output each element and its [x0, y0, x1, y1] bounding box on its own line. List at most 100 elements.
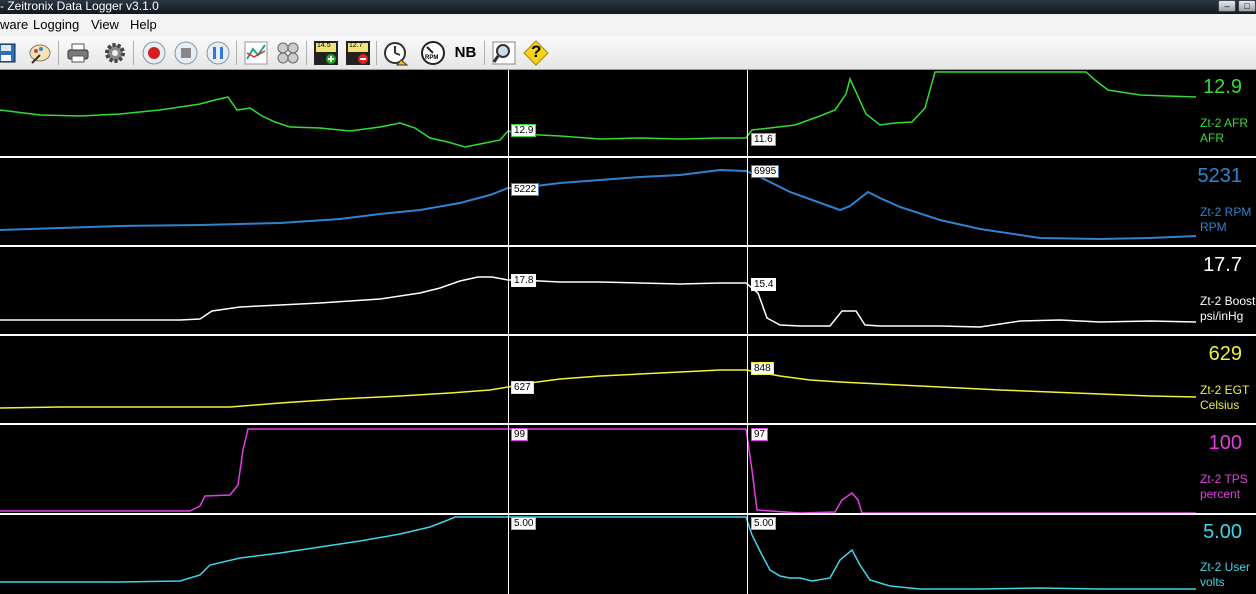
- nb-label: NB: [454, 44, 477, 61]
- user-current-value: 5.00: [1203, 521, 1242, 543]
- toolbar-separator: [236, 41, 237, 65]
- palette-icon: [29, 44, 50, 64]
- afr-marker-left: 12.9: [511, 124, 537, 137]
- user-channel-unit: volts: [1200, 575, 1225, 589]
- printer-icon: [67, 43, 88, 62]
- rpm-channel-unit: RPM: [1200, 220, 1227, 234]
- boost-current-value: 17.7: [1203, 254, 1242, 276]
- gauge-layout-button[interactable]: [274, 39, 301, 66]
- menu-logging[interactable]: Logging: [33, 17, 79, 32]
- stop-button[interactable]: [172, 39, 199, 66]
- settings-button[interactable]: [101, 39, 128, 66]
- egt-current-value: 629: [1208, 343, 1242, 365]
- pause-button[interactable]: [204, 39, 231, 66]
- help-button[interactable]: ?: [522, 39, 549, 66]
- boost-marker-left: 17.8: [511, 274, 537, 287]
- tachometer-icon: [420, 40, 445, 65]
- afr-target-add-button[interactable]: 14.5: [312, 39, 339, 66]
- afr-current-value: 12.9: [1203, 76, 1242, 98]
- afr-add-badge: 14.5: [317, 42, 331, 49]
- boost-trace: [0, 276, 1197, 328]
- zoom-button[interactable]: [490, 39, 517, 66]
- egt-channel-unit: Celsius: [1200, 398, 1240, 412]
- toolbar-separator: [306, 41, 307, 65]
- magnifier-icon: [492, 41, 515, 64]
- record-icon: [142, 41, 165, 64]
- egt-trace: [0, 369, 1197, 409]
- record-button[interactable]: [140, 39, 167, 66]
- rpm-marker-right: 6995: [751, 165, 780, 178]
- boost-channel-unit: psi/inHg: [1200, 309, 1244, 323]
- toolbar-separator: [58, 41, 59, 65]
- right-cursor-line[interactable]: [747, 70, 748, 594]
- rpm-trace: [0, 168, 1197, 241]
- rpm-gauge-button[interactable]: RPM: [419, 39, 446, 66]
- line-graph-icon: [244, 41, 267, 64]
- window-controls: – □: [1218, 0, 1256, 12]
- toolbar-separator: [133, 41, 134, 65]
- toolbar: 14.5 12.7 RPM NB ?: [0, 36, 1256, 70]
- egt-marker-left: 627: [511, 381, 534, 394]
- print-button[interactable]: [64, 39, 91, 66]
- pause-icon: [206, 41, 229, 64]
- afr-channel-name: Zt-2 AFR AFR: [1200, 116, 1248, 146]
- panel-divider: [0, 156, 1256, 158]
- panel-divider: [0, 423, 1256, 425]
- open-log-button[interactable]: [26, 39, 53, 66]
- boost-channel-label: Zt-2 Boost: [1200, 294, 1256, 308]
- stop-icon: [174, 41, 197, 64]
- user-channel-label: Zt-2 User: [1200, 560, 1251, 574]
- boost-channel-name: Zt-2 Boost psi/inHg: [1200, 294, 1255, 324]
- rpm-current-value: 5231: [1197, 165, 1243, 187]
- menu-bar: ware Logging View Help: [0, 14, 1256, 37]
- narrowband-button[interactable]: NB: [452, 39, 479, 66]
- tps-marker-right: 97: [751, 428, 769, 441]
- toolbar-separator: [484, 41, 485, 65]
- panel-divider: [0, 513, 1256, 515]
- rpm-channel-name: Zt-2 RPM RPM: [1200, 205, 1251, 235]
- egt-channel-label: Zt-2 EGT: [1200, 383, 1250, 397]
- help-glyph: ?: [531, 42, 542, 61]
- data-graph[interactable]: 12.9 Zt-2 AFR AFR 12.9 11.6 5231 Zt-2 RP…: [0, 70, 1256, 594]
- tps-trace: [0, 428, 1196, 514]
- rpm-marker-left: 5222: [511, 183, 540, 196]
- boost-marker-right: 15.4: [751, 278, 777, 291]
- left-cursor-line[interactable]: [508, 70, 509, 594]
- tps-channel-unit: percent: [1200, 487, 1241, 501]
- minimize-button[interactable]: –: [1218, 0, 1236, 12]
- panel-divider: [0, 245, 1256, 247]
- timer-button[interactable]: [382, 39, 409, 66]
- gear-icon: [104, 42, 125, 63]
- afr-channel-unit: AFR: [1200, 131, 1224, 145]
- window-title: - Zeitronix Data Logger v3.1.0: [0, 0, 159, 13]
- afr-trace: [0, 71, 1197, 148]
- toolbar-separator: [376, 41, 377, 65]
- egt-marker-right: 848: [751, 362, 774, 375]
- tps-marker-left: 99: [511, 428, 529, 441]
- user-trace: [0, 516, 1196, 590]
- afr-channel-label: Zt-2 AFR: [1200, 116, 1249, 130]
- egt-channel-name: Zt-2 EGT Celsius: [1200, 383, 1249, 413]
- save-button[interactable]: [0, 39, 19, 66]
- gauges-icon: [277, 42, 298, 63]
- title-bar: - Zeitronix Data Logger v3.1.0 – □: [0, 0, 1256, 14]
- rpm-button-label: RPM: [425, 55, 439, 61]
- rpm-channel-label: Zt-2 RPM: [1200, 205, 1252, 219]
- panel-divider: [0, 334, 1256, 336]
- afr-marker-right: 11.6: [751, 133, 776, 146]
- tps-channel-label: Zt-2 TPS: [1200, 472, 1248, 486]
- afr-target-remove-button[interactable]: 12.7: [344, 39, 371, 66]
- user-marker-right: 5.00: [751, 517, 777, 530]
- graph-view-button[interactable]: [242, 39, 269, 66]
- trace-canvas: [0, 71, 1197, 590]
- user-channel-name: Zt-2 User volts: [1200, 560, 1250, 590]
- tps-current-value: 100: [1208, 432, 1242, 454]
- menu-firmware[interactable]: ware: [0, 17, 28, 32]
- user-marker-left: 5.00: [511, 517, 537, 530]
- clock-icon: [383, 41, 408, 65]
- maximize-button[interactable]: □: [1238, 0, 1256, 12]
- tps-channel-name: Zt-2 TPS percent: [1200, 472, 1248, 502]
- menu-help[interactable]: Help: [130, 17, 157, 32]
- menu-view[interactable]: View: [91, 17, 119, 32]
- floppy-icon: [0, 43, 15, 62]
